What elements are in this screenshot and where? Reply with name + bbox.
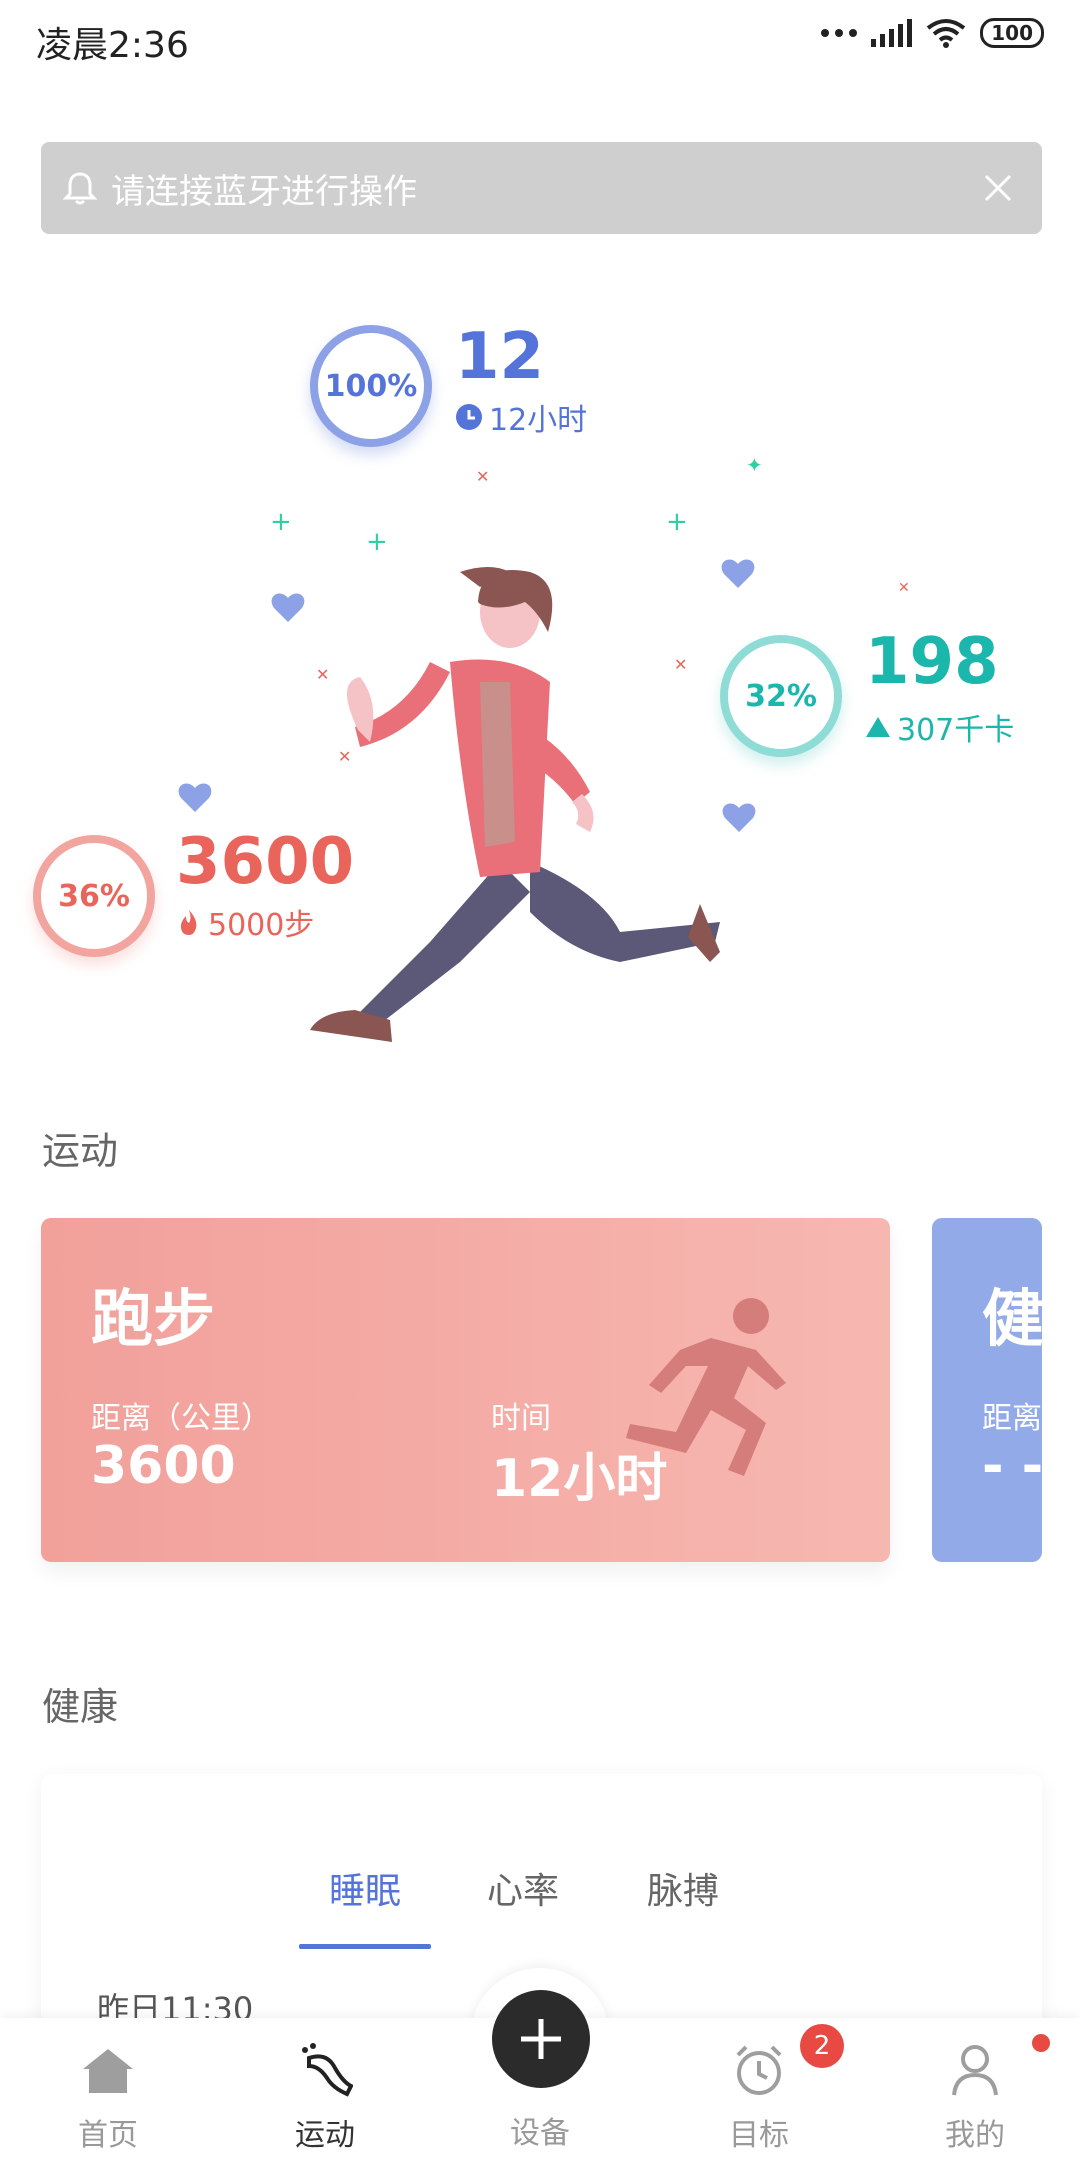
svg-text:✕: ✕ — [898, 580, 910, 596]
nav-home[interactable]: 首页 — [28, 2018, 188, 2160]
sport-card-running[interactable]: 跑步 距离（公里） 3600 时间 12小时 — [41, 1218, 890, 1562]
flame-icon — [180, 910, 197, 935]
status-icons: 100 — [821, 18, 1044, 48]
activity-hero: + + + ✦ ✕ ✕ ✕ ✕ ✕ 100% 12 12小时 32% 198 3… — [0, 280, 1080, 1070]
nav-sport[interactable]: 运动 — [245, 2018, 405, 2160]
nav-device-label: 设备 — [510, 2116, 570, 2151]
profile-notification-dot — [1032, 2034, 1050, 2052]
close-icon[interactable] — [976, 166, 1020, 210]
battery-indicator: 100 — [980, 18, 1044, 48]
calorie-detail-text: 307千卡 — [897, 713, 1015, 748]
footprint-icon — [297, 2040, 353, 2100]
svg-text:+: + — [666, 507, 688, 537]
steps-detail: 5000步 — [176, 900, 314, 944]
distance-label: 距离 — [982, 1401, 1042, 1436]
calorie-progress-ring: 32% — [720, 635, 842, 757]
sleep-value: 12 — [455, 320, 545, 394]
steps-progress-ring: 36% — [33, 835, 155, 957]
home-icon — [81, 2040, 135, 2100]
more-dots-icon — [821, 29, 858, 37]
user-icon — [950, 2040, 1000, 2100]
svg-text:✕: ✕ — [476, 467, 489, 486]
svg-text:✦: ✦ — [746, 453, 763, 477]
sleep-progress-ring: 100% — [310, 325, 432, 447]
sleep-detail-text: 12小时 — [489, 403, 588, 438]
notice-text: 请连接蓝牙进行操作 — [111, 171, 417, 212]
triangle-up-icon — [866, 717, 890, 737]
tab-sleep[interactable]: 睡眠 — [329, 1862, 401, 1914]
alarm-clock-icon — [732, 2040, 786, 2100]
sport-card-fitness[interactable]: 健 距离 - - — [932, 1218, 1042, 1562]
section-title-sport: 运动 — [42, 1129, 119, 1173]
goal-badge: 2 — [800, 2024, 844, 2068]
active-tab-indicator — [299, 1944, 431, 1949]
distance-value: 3600 — [91, 1436, 236, 1496]
nav-label: 运动 — [295, 2118, 355, 2153]
time-label: 时间 — [491, 1401, 551, 1436]
tab-pulse[interactable]: 脉搏 — [647, 1862, 719, 1914]
status-bar: 凌晨2:36 100 — [0, 0, 1080, 80]
sleep-detail: 12小时 — [455, 395, 587, 439]
add-device-button[interactable] — [492, 1990, 590, 2088]
clock-icon — [456, 404, 482, 430]
card-title: 跑步 — [91, 1282, 216, 1355]
calorie-value: 198 — [865, 625, 999, 699]
calorie-detail: 307千卡 — [865, 705, 1014, 749]
card-title: 健 — [982, 1282, 1042, 1355]
status-time: 凌晨2:36 — [36, 25, 189, 66]
runner-illustration — [310, 567, 720, 1042]
steps-value: 3600 — [176, 825, 355, 899]
section-title-health: 健康 — [42, 1685, 119, 1729]
cellular-signal-icon — [871, 19, 913, 47]
tab-heart-rate[interactable]: 心率 — [487, 1862, 559, 1914]
bell-icon — [63, 172, 97, 205]
distance-value: - - — [982, 1436, 1042, 1496]
steps-detail-text: 5000步 — [208, 908, 315, 943]
bluetooth-notice: 请连接蓝牙进行操作 — [41, 142, 1042, 234]
nav-profile[interactable]: 我的 — [895, 2018, 1055, 2160]
wifi-icon — [927, 19, 966, 48]
nav-label: 首页 — [78, 2118, 138, 2153]
svg-text:+: + — [270, 507, 292, 537]
plus-icon — [521, 2019, 561, 2059]
running-man-icon — [626, 1298, 786, 1476]
nav-label: 我的 — [945, 2118, 1005, 2153]
distance-label: 距离（公里） — [91, 1401, 271, 1436]
nav-label: 目标 — [729, 2118, 789, 2153]
